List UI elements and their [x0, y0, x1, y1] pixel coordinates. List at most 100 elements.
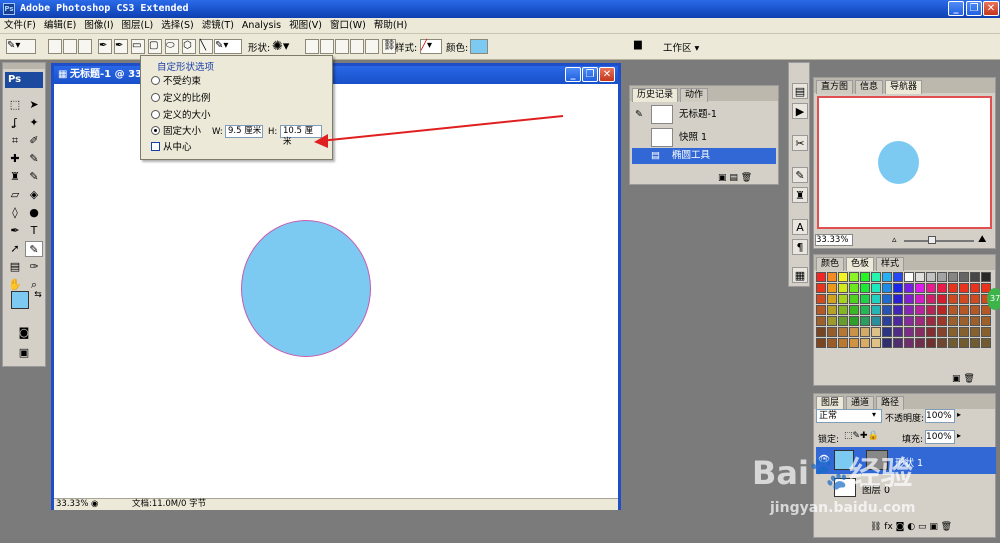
color-swatch-cell[interactable]	[948, 338, 958, 348]
tab-info[interactable]: 信息	[855, 80, 884, 94]
type-tool-icon[interactable]: T	[25, 223, 43, 239]
navigator-preview[interactable]	[817, 96, 992, 229]
color-swatch-cell[interactable]	[838, 294, 848, 304]
color-swatch-cell[interactable]	[970, 294, 980, 304]
rectangle-tool-button[interactable]: ▭	[131, 39, 145, 54]
blend-dropdown-chevron-icon[interactable]: ▾	[872, 410, 876, 419]
ellipse-shape[interactable]	[241, 220, 371, 357]
color-swatch-cell[interactable]	[827, 283, 837, 293]
color-swatch-cell[interactable]	[816, 316, 826, 326]
color-swatch-cell[interactable]	[948, 294, 958, 304]
color-swatch-cell[interactable]	[827, 338, 837, 348]
color-swatch-cell[interactable]	[970, 305, 980, 315]
color-swatch-cell[interactable]	[838, 338, 848, 348]
color-swatch-cell[interactable]	[904, 338, 914, 348]
color-swatch-cell[interactable]	[827, 327, 837, 337]
color-swatch-cell[interactable]	[904, 316, 914, 326]
color-swatch-cell[interactable]	[959, 327, 969, 337]
swatch-grid[interactable]	[814, 270, 995, 370]
option-defined-size[interactable]: 定义的大小	[151, 110, 211, 122]
color-swatch-cell[interactable]	[915, 327, 925, 337]
pen-tool-button[interactable]: ✒	[98, 39, 112, 54]
paint-bucket-icon[interactable]: ◈	[25, 187, 43, 203]
width-input[interactable]: 9.5 厘米	[225, 125, 263, 138]
color-swatch-cell[interactable]	[937, 283, 947, 293]
color-swatch-cell[interactable]	[838, 305, 848, 315]
option-unconstrained[interactable]: 不受约束	[151, 76, 201, 88]
intersect-shape-button[interactable]	[350, 39, 364, 54]
minimize-button[interactable]: _	[948, 1, 964, 16]
color-swatch-cell[interactable]	[915, 294, 925, 304]
swatch-footer-icons[interactable]: ▣ 🗑	[952, 374, 975, 384]
brushes-icon[interactable]: ✎	[792, 167, 808, 183]
color-swatch-cell[interactable]	[981, 338, 991, 348]
paths-mode-button[interactable]	[63, 39, 77, 54]
color-swatch-cell[interactable]	[893, 305, 903, 315]
color-swatch-cell[interactable]	[871, 327, 881, 337]
menu-edit[interactable]: 编辑(E)	[40, 18, 80, 34]
menu-analysis[interactable]: Analysis	[238, 18, 285, 34]
freeform-pen-button[interactable]: ✒	[114, 39, 128, 54]
color-swatch-cell[interactable]	[948, 327, 958, 337]
doc-close-button[interactable]: ✕	[599, 67, 615, 82]
color-swatch-cell[interactable]	[849, 338, 859, 348]
close-button[interactable]: ✕	[983, 1, 999, 16]
color-swatch-cell[interactable]	[871, 294, 881, 304]
history-snapshot-row[interactable]: ✎ 无标题-1	[632, 103, 776, 126]
pen-tool-icon[interactable]: ✒	[6, 223, 24, 239]
create-new-shape-layer-button[interactable]	[305, 39, 319, 54]
tab-channels[interactable]: 通道	[846, 396, 875, 410]
marquee-tool-icon[interactable]: ⬚	[6, 97, 24, 113]
doc-minimize-button[interactable]: _	[565, 67, 581, 82]
quick-mask-icon[interactable]: ◙	[15, 325, 33, 341]
color-swatch-cell[interactable]	[838, 316, 848, 326]
eraser-tool-icon[interactable]: ▱	[6, 187, 24, 203]
swatch-dock-icon[interactable]: ▦	[792, 267, 808, 283]
color-swatch-cell[interactable]	[838, 272, 848, 282]
tab-navigator[interactable]: 导航器	[885, 80, 923, 94]
shape-picker[interactable]: ✺▾	[272, 39, 296, 54]
shape-layers-mode-button[interactable]	[48, 39, 62, 54]
color-swatch-cell[interactable]	[959, 294, 969, 304]
color-swatch-cell[interactable]	[904, 294, 914, 304]
history-ellipse-row[interactable]: ▤ 椭圆工具	[632, 148, 776, 164]
color-swatch-cell[interactable]	[959, 338, 969, 348]
menu-window[interactable]: 窗口(W)	[326, 18, 370, 34]
color-swatch-cell[interactable]	[893, 272, 903, 282]
color-swatch-cell[interactable]	[816, 327, 826, 337]
tool-preset-picker[interactable]: ✎▾	[6, 39, 36, 54]
menu-view[interactable]: 视图(V)	[285, 18, 326, 34]
color-swatch-cell[interactable]	[849, 294, 859, 304]
add-to-shape-button[interactable]	[320, 39, 334, 54]
color-swatch-cell[interactable]	[816, 305, 826, 315]
color-swatch-cell[interactable]	[904, 327, 914, 337]
color-swatch-cell[interactable]	[915, 272, 925, 282]
crop-tool-icon[interactable]: ⌗	[6, 133, 24, 149]
color-swatch-cell[interactable]	[937, 327, 947, 337]
color-swatch-cell[interactable]	[937, 294, 947, 304]
color-swatch-cell[interactable]	[849, 272, 859, 282]
fill-pixels-mode-button[interactable]	[78, 39, 92, 54]
color-swatch-cell[interactable]	[827, 316, 837, 326]
checkbox-from-center[interactable]	[151, 142, 160, 151]
color-swatch-cell[interactable]	[970, 283, 980, 293]
option-fixed-size[interactable]: 固定大小	[151, 126, 201, 138]
color-swatch-cell[interactable]	[827, 272, 837, 282]
menu-image[interactable]: 图像(I)	[80, 18, 117, 34]
zoom-readout[interactable]: 33.33%	[56, 499, 88, 510]
paragraph-icon[interactable]: ¶	[792, 239, 808, 255]
radio-proportions[interactable]	[151, 93, 160, 102]
color-swatch-cell[interactable]	[970, 272, 980, 282]
tab-swatches[interactable]: 色板	[846, 257, 875, 271]
option-defined-proportions[interactable]: 定义的比例	[151, 93, 211, 105]
path-selection-icon[interactable]: ➚	[6, 241, 24, 257]
color-swatch-cell[interactable]	[871, 316, 881, 326]
navigator-zoom-field[interactable]: 33.33%	[815, 234, 853, 246]
color-swatch-cell[interactable]	[827, 305, 837, 315]
color-swatch-cell[interactable]	[937, 338, 947, 348]
color-swatch-cell[interactable]	[860, 283, 870, 293]
line-tool-button[interactable]: ╲	[199, 39, 213, 54]
color-swatch-cell[interactable]	[871, 283, 881, 293]
color-swatch-cell[interactable]	[882, 327, 892, 337]
color-swatch-cell[interactable]	[904, 272, 914, 282]
